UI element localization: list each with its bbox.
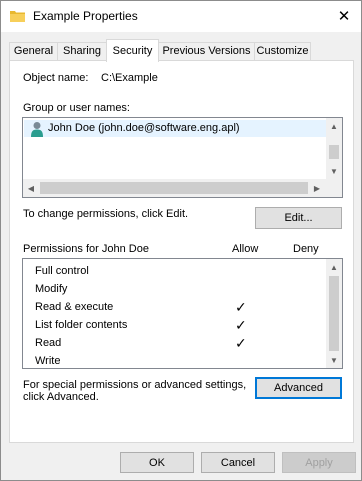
permissions-list[interactable]: Full control Modify Read & execute List … xyxy=(22,258,343,369)
hscroll-thumb[interactable] xyxy=(40,182,308,194)
object-name-label: Object name: xyxy=(23,72,89,84)
advanced-button[interactable]: Advanced xyxy=(255,377,342,399)
close-icon: ✕ xyxy=(337,8,351,25)
tab-customize[interactable]: Customize xyxy=(254,42,311,61)
scroll-down-icon[interactable]: ▼ xyxy=(326,163,342,179)
change-permissions-hint: To change permissions, click Edit. xyxy=(23,208,189,220)
group-label: Group or user names: xyxy=(23,102,130,114)
allow-read-execute-check-icon: ✓ xyxy=(235,299,247,315)
user-list[interactable]: John Doe (john.doe@software.eng.apl) ▲ ▼… xyxy=(22,117,343,198)
permissions-vscrollbar[interactable]: ▲ ▼ xyxy=(326,259,342,368)
title-bar[interactable]: Example Properties ✕ xyxy=(1,1,361,32)
user-name: John Doe (john.doe@software.eng.apl) xyxy=(48,122,240,134)
allow-list-folder-contents-check-icon: ✓ xyxy=(235,317,247,333)
scroll-corner xyxy=(326,179,342,197)
permission-full-control: Full control xyxy=(35,265,89,277)
allow-read-check-icon: ✓ xyxy=(235,335,247,351)
object-name-value: C:\Example xyxy=(101,72,158,84)
scroll-thumb[interactable] xyxy=(329,276,339,351)
edit-button[interactable]: Edit... xyxy=(255,207,342,229)
cancel-button[interactable]: Cancel xyxy=(201,452,275,473)
permission-read-execute: Read & execute xyxy=(35,301,114,313)
user-list-hscrollbar[interactable]: ◀ ▶ xyxy=(23,179,326,197)
scroll-down-icon[interactable]: ▼ xyxy=(326,352,342,368)
scroll-up-icon[interactable]: ▲ xyxy=(326,118,342,134)
user-list-vscrollbar[interactable]: ▲ ▼ xyxy=(326,118,342,179)
folder-icon xyxy=(10,11,25,22)
permissions-for-label: Permissions for John Doe xyxy=(23,243,149,255)
tab-previous-versions[interactable]: Previous Versions xyxy=(158,42,255,61)
security-panel: Object name: C:\Example Group or user na… xyxy=(9,60,354,443)
tab-sharing[interactable]: Sharing xyxy=(57,42,107,61)
deny-column-header: Deny xyxy=(293,243,319,255)
ok-button[interactable]: OK xyxy=(120,452,194,473)
window-title: Example Properties xyxy=(33,9,138,23)
allow-column-header: Allow xyxy=(232,243,259,255)
scroll-left-icon[interactable]: ◀ xyxy=(23,180,39,196)
user-icon xyxy=(31,122,43,137)
tab-general[interactable]: General xyxy=(9,42,58,61)
close-button[interactable]: ✕ xyxy=(331,3,357,29)
scroll-thumb[interactable] xyxy=(329,145,339,159)
properties-window: Example Properties ✕ General Sharing Sec… xyxy=(0,0,362,481)
advanced-hint-line1: For special permissions or advanced sett… xyxy=(23,379,247,391)
list-item-user[interactable]: John Doe (john.doe@software.eng.apl) xyxy=(24,120,326,137)
advanced-hint-line2: click Advanced. xyxy=(23,391,99,403)
apply-button[interactable]: Apply xyxy=(282,452,356,473)
permission-write: Write xyxy=(35,355,61,367)
permission-modify: Modify xyxy=(35,283,68,295)
permission-list-folder-contents: List folder contents xyxy=(35,319,128,331)
tab-security[interactable]: Security xyxy=(106,39,159,62)
scroll-up-icon[interactable]: ▲ xyxy=(326,259,342,275)
scroll-right-icon[interactable]: ▶ xyxy=(309,180,325,196)
permission-read: Read xyxy=(35,337,62,349)
